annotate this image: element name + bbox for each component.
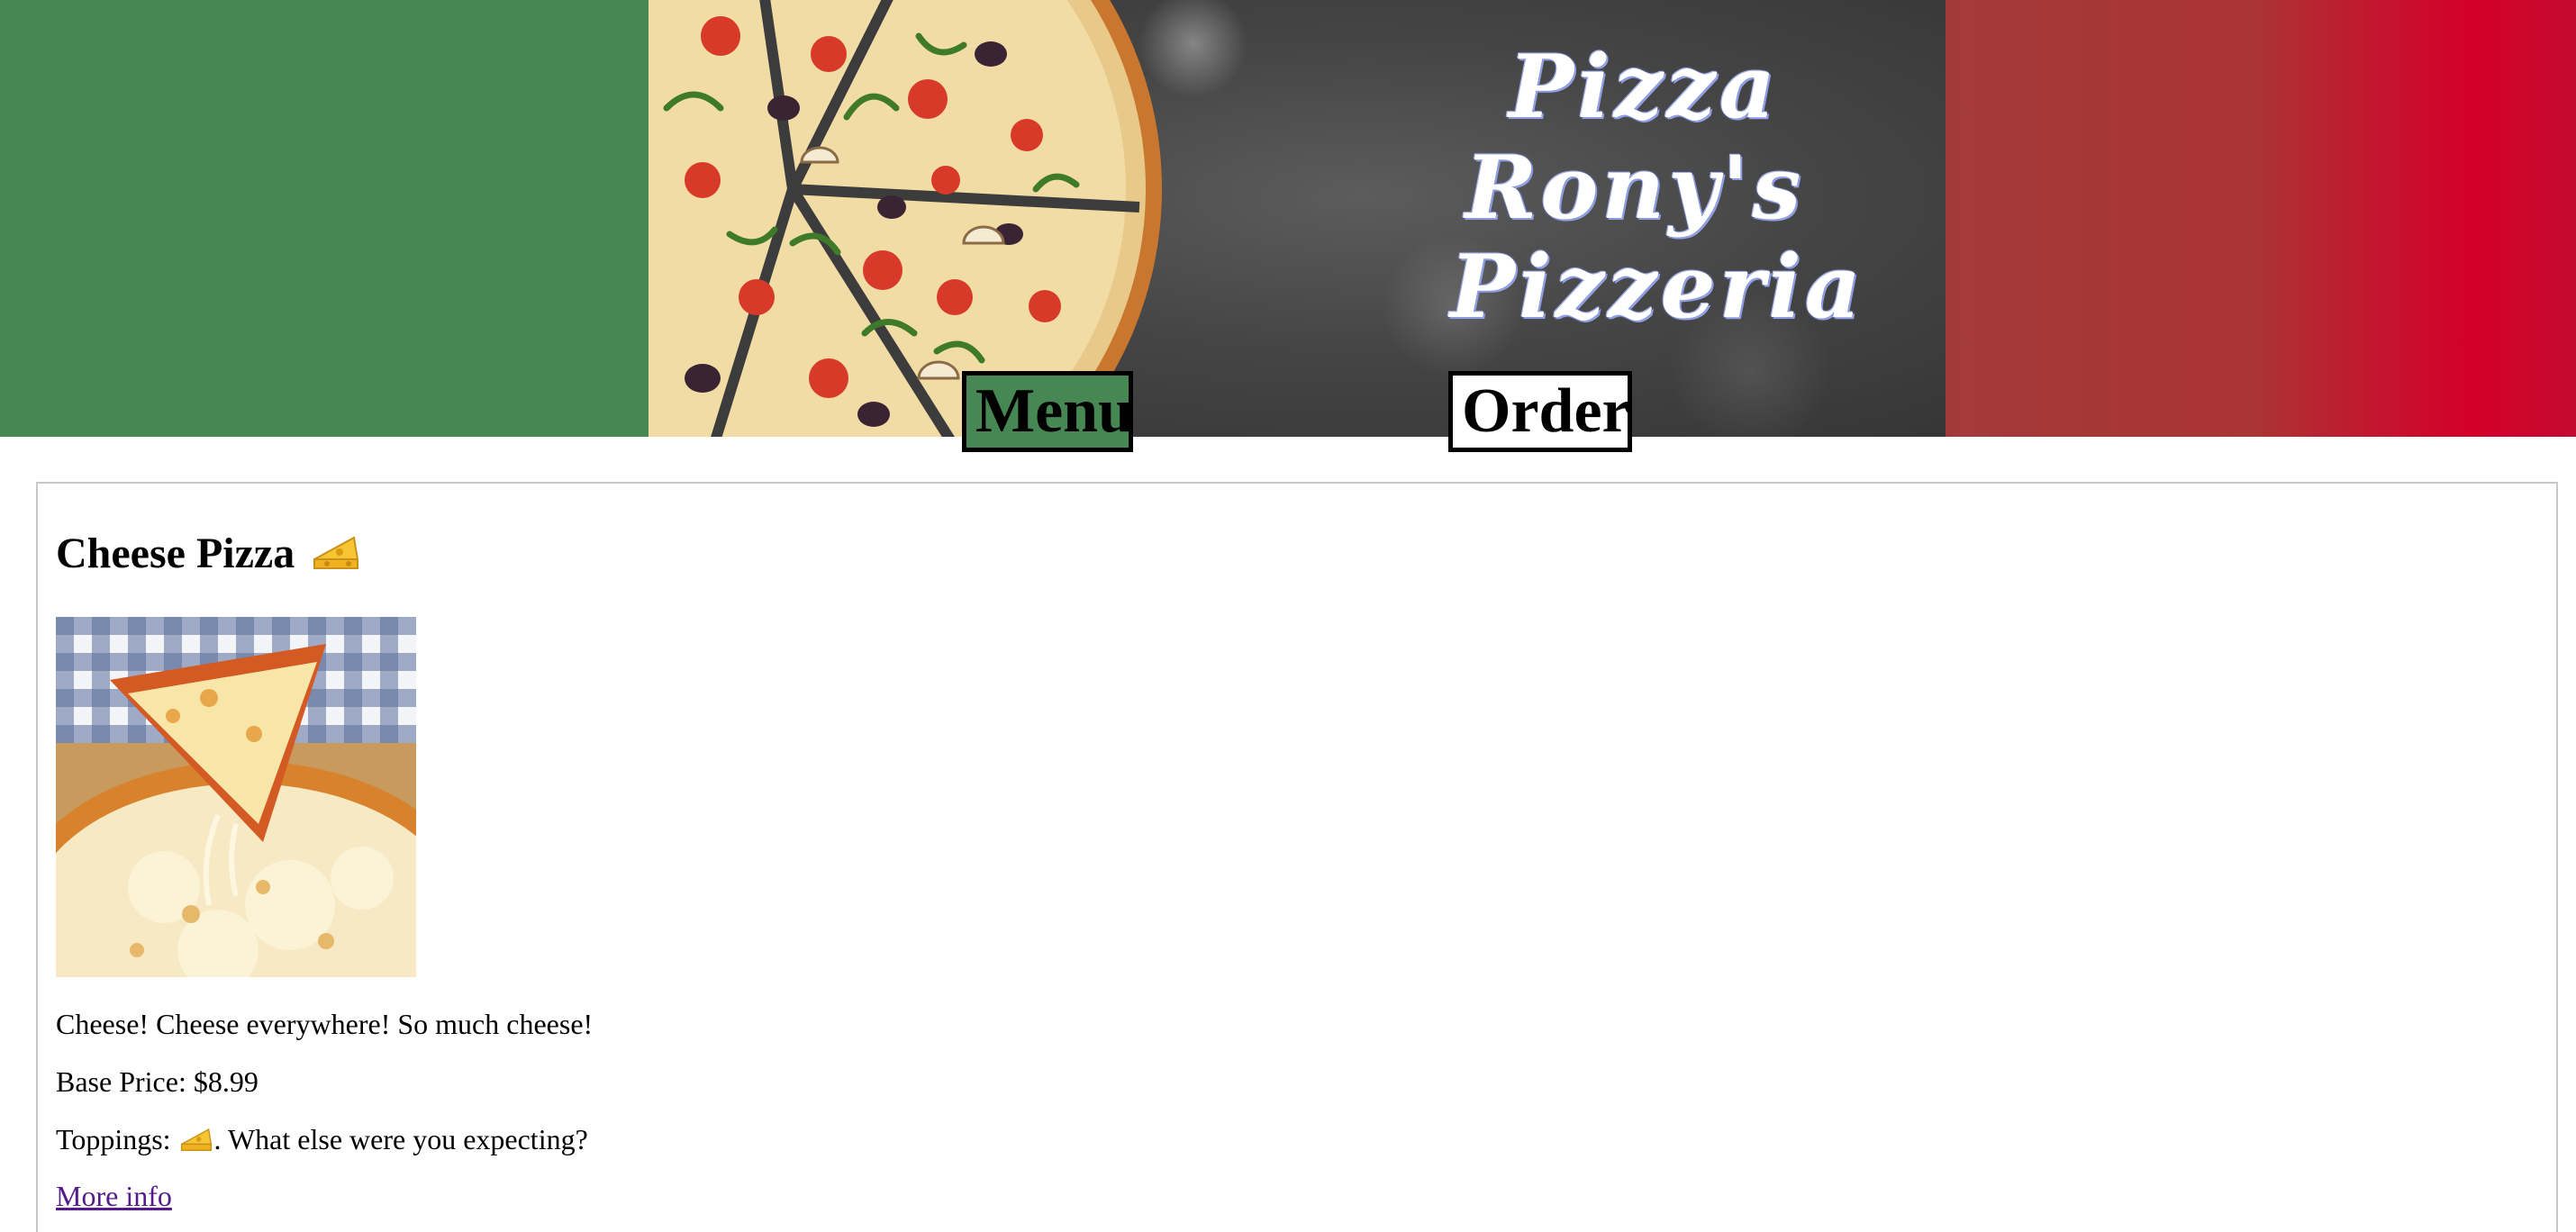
cheese-icon [313,532,359,583]
item-toppings: Toppings: . What else were you expecting… [56,1123,588,1160]
cheese-icon [180,1126,213,1160]
item-title-text: Cheese Pizza [56,530,295,577]
toppings-label: Toppings: [56,1123,171,1155]
price-value: $8.99 [193,1065,259,1098]
toppings-suffix: . What else were you expecting? [213,1123,588,1155]
title-line-2: Rony's [1465,137,1805,239]
menu-button[interactable]: Menu [962,371,1133,452]
menu-item-card: Cheese Pizza Cheese! Cheese everywhere! … [36,482,2558,1232]
item-description: Cheese! Cheese everywhere! So much chees… [56,1008,594,1040]
order-button[interactable]: Order [1448,371,1632,452]
header-banner: Pizza Rony's Pizzeria [0,0,2576,437]
item-price: Base Price: $8.99 [56,1065,259,1099]
price-label: Base Price: [56,1065,186,1098]
cheese-pizza-photo [56,617,416,977]
more-info-link[interactable]: More info [56,1180,172,1213]
title-line-3: Pizzeria [1449,236,1865,338]
title-line-1: Pizza [1509,36,1779,138]
item-title: Cheese Pizza [56,529,359,583]
